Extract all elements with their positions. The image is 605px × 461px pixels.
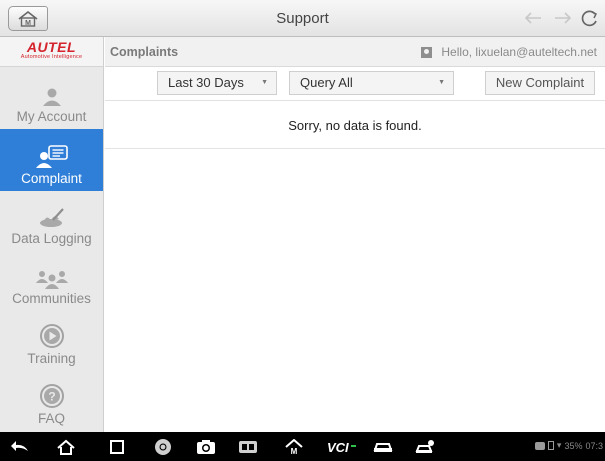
title-bar: M Support [0, 0, 605, 37]
dropdown-caret-icon: ▼ [261, 79, 268, 86]
data-logging-icon [39, 208, 64, 227]
sidebar-item-my-account[interactable]: My Account [0, 67, 103, 129]
account-card-icon [421, 46, 433, 58]
sidebar-item-label: Communities [12, 291, 91, 306]
new-complaint-button[interactable]: New Complaint [485, 71, 595, 95]
battery-icon [547, 441, 554, 450]
refresh-icon[interactable] [578, 7, 602, 29]
question-icon: ? [39, 384, 64, 408]
svg-text:?: ? [48, 390, 55, 404]
brand-logo: AUTEL Automotive Intelligence [0, 37, 103, 67]
sidebar-item-label: Complaint [21, 171, 82, 186]
back-arrow-icon[interactable] [521, 7, 545, 29]
greeting-text: Hello, lixuelan@auteltech.net [441, 45, 597, 59]
communities-icon [35, 271, 68, 289]
window-title: Support [276, 10, 329, 27]
date-range-value: Last 30 Days [168, 75, 244, 90]
dropdown-caret-icon: ▼ [438, 79, 445, 86]
user-icon [42, 88, 61, 106]
complaint-icon [35, 145, 68, 168]
sidebar-item-label: Data Logging [11, 231, 92, 246]
sidebar-item-faq[interactable]: ? FAQ [0, 371, 103, 431]
date-range-select[interactable]: Last 30 Days ▼ [157, 71, 277, 95]
breadcrumb-bar: Complaints Hello, lixuelan@auteltech.net [105, 37, 605, 67]
query-value: Query All [300, 75, 353, 90]
sidebar-item-data-logging[interactable]: Data Logging [0, 191, 103, 251]
back-icon[interactable] [8, 437, 32, 456]
vci-icon[interactable]: VCI [326, 437, 358, 456]
camera-icon[interactable] [194, 437, 218, 456]
clock: 07:3 [585, 440, 603, 451]
sidebar-item-label: My Account [16, 109, 87, 124]
user-greeting: Hello, lixuelan@auteltech.net [421, 45, 597, 59]
system-navigation-bar: M VCI ▾ 35% 07:3 [0, 432, 605, 461]
message-icon [534, 441, 545, 450]
sidebar-item-training[interactable]: Training [0, 311, 103, 371]
car-service-icon[interactable] [414, 437, 438, 456]
sidebar-item-label: Training [27, 351, 76, 366]
svg-text:M: M [291, 447, 298, 455]
chrome-icon[interactable] [152, 437, 174, 456]
sidebar-item-communities[interactable]: Communities [0, 251, 103, 311]
query-select[interactable]: Query All ▼ [289, 71, 454, 95]
logo-text: AUTEL [26, 39, 77, 55]
forward-arrow-icon[interactable] [551, 7, 575, 29]
home-nav-icon[interactable] [54, 437, 78, 456]
logo-tagline: Automotive Intelligence [20, 54, 83, 60]
autel-home-icon[interactable]: M [283, 437, 305, 456]
car-icon[interactable] [372, 437, 394, 456]
svg-text:VCI: VCI [327, 440, 349, 454]
play-icon [39, 324, 64, 348]
main-content: Complaints Hello, lixuelan@auteltech.net… [105, 37, 605, 432]
sidebar-item-label: FAQ [37, 411, 65, 426]
remote-desk-icon[interactable] [236, 437, 260, 456]
empty-state-message: Sorry, no data is found. [105, 101, 605, 149]
sidebar: AUTEL Automotive Intelligence My Account… [0, 37, 104, 432]
status-area: ▾ 35% 07:3 [534, 440, 603, 451]
sidebar-item-complaint[interactable]: Complaint [0, 129, 103, 191]
wifi-icon: ▾ [556, 440, 562, 450]
breadcrumb: Complaints [110, 45, 179, 59]
recent-apps-icon[interactable] [108, 437, 126, 456]
filter-toolbar: Last 30 Days ▼ Query All ▼ New Complaint [105, 67, 605, 101]
battery-percent: 35% [564, 440, 583, 451]
